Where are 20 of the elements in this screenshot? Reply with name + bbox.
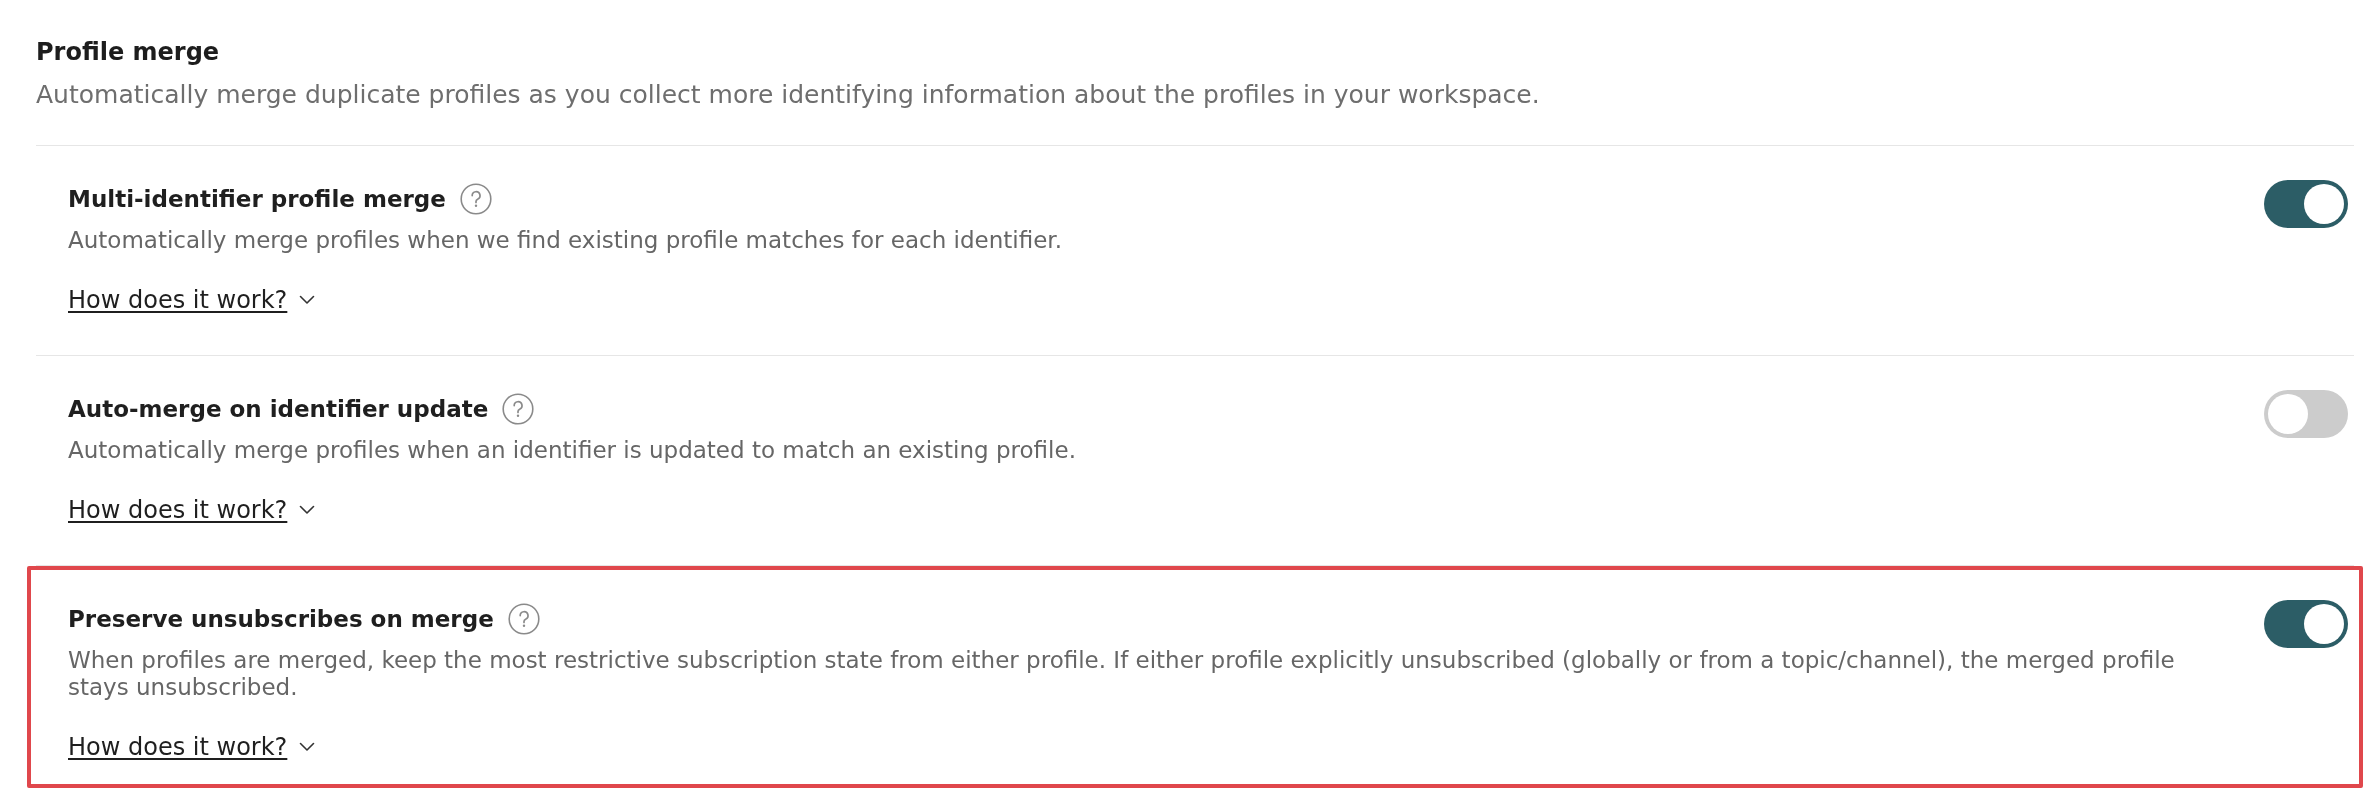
- setting-title: Auto-merge on identifier update: [68, 395, 489, 424]
- chevron-icon: [299, 295, 316, 305]
- chevron-icon: [299, 505, 316, 515]
- how-it-works-link[interactable]: How does it work?: [68, 495, 316, 525]
- help-icon[interactable]: [459, 183, 492, 215]
- setting-title: Preserve unsubscribes on merge: [68, 605, 494, 634]
- setting-description: Automatically merge profiles when we find existing profile matches for each identifier.: [68, 227, 1062, 254]
- toggle-switch[interactable]: [2264, 600, 2348, 648]
- section-title: Profile merge: [36, 37, 220, 68]
- setting-description: Automatically merge profiles when an identifier is updated to match an existing profile.: [68, 437, 1076, 464]
- how-it-works-link[interactable]: How does it work?: [68, 732, 316, 762]
- section-description: Automatically merge duplicate profiles as you collect more identifying information about the profiles in your workspace.: [36, 79, 1540, 111]
- help-icon[interactable]: [507, 603, 540, 635]
- help-icon[interactable]: [502, 393, 535, 425]
- toggle-switch[interactable]: [2264, 180, 2348, 228]
- setting-title: Multi-identifier profile merge: [68, 185, 446, 214]
- how-it-works-link[interactable]: How does it work?: [68, 285, 316, 315]
- toggle-switch[interactable]: [2264, 390, 2348, 438]
- chevron-icon: [299, 742, 316, 752]
- setting-description: When profiles are merged, keep the most restrictive subscription state from either profile. If either profile explicitly unsubscribed (globally or from a topic/channel), the merged profile stays unsubscribed.: [68, 647, 2176, 701]
